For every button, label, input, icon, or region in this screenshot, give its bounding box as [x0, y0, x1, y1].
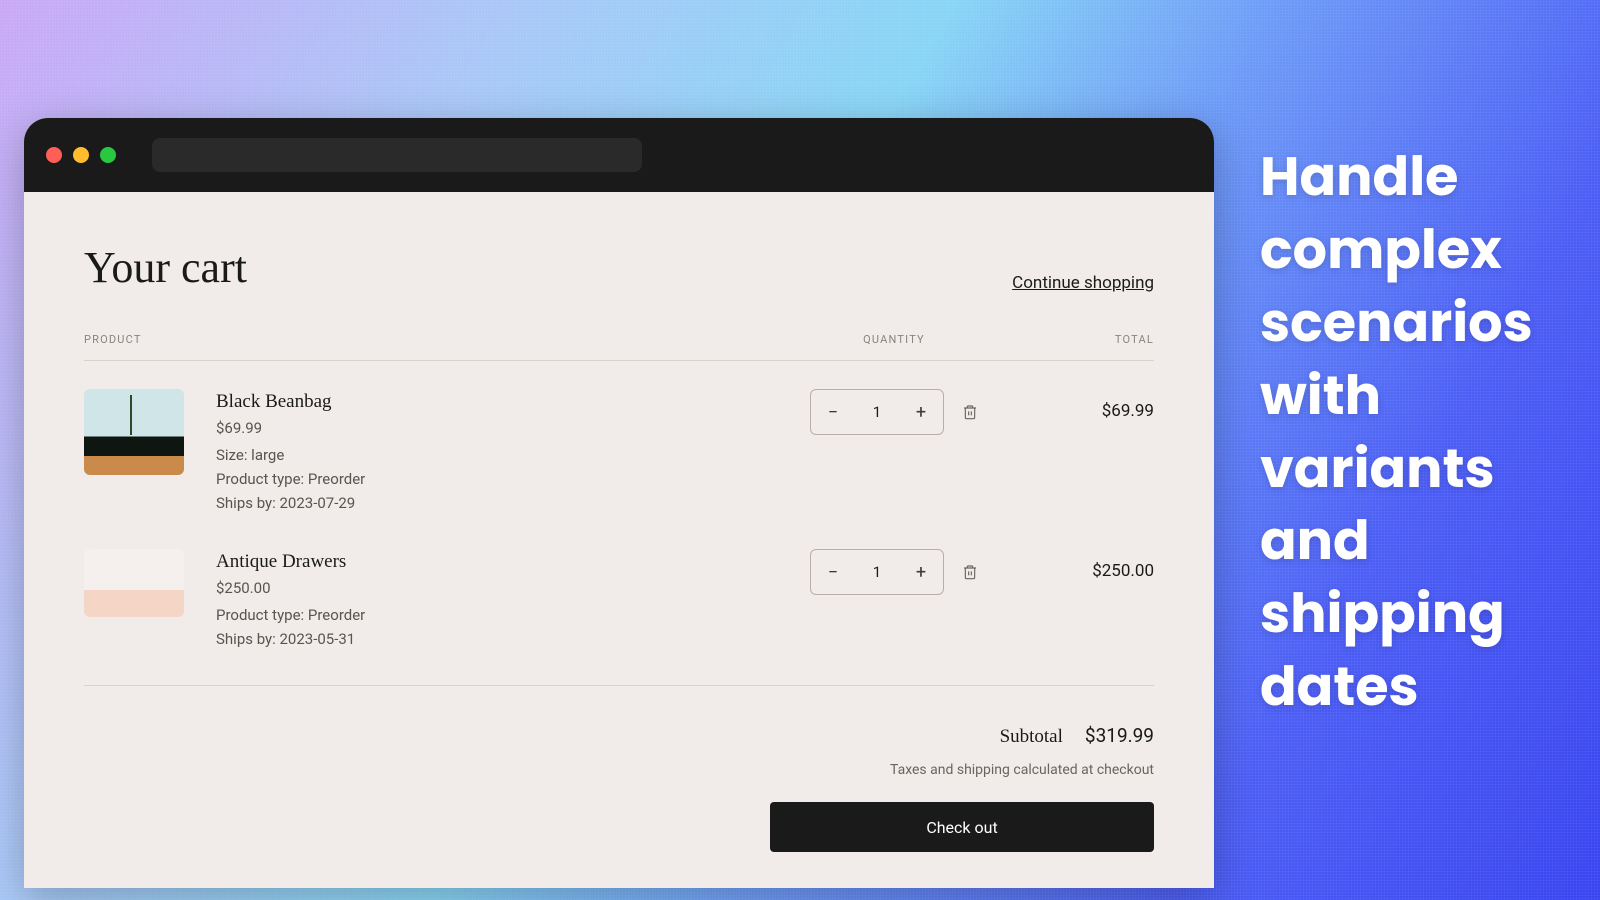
cart-row: Black Beanbag $69.99 Size: large Product…	[84, 389, 1154, 515]
col-total: TOTAL	[994, 333, 1154, 346]
window-titlebar	[24, 118, 1214, 192]
product-meta: Size: large	[216, 443, 365, 467]
product-meta: Ships by: 2023-05-31	[216, 627, 365, 651]
traffic-lights	[46, 147, 116, 163]
product-image[interactable]	[84, 549, 184, 617]
product-name[interactable]: Black Beanbag	[216, 391, 365, 413]
product-meta: Ships by: 2023-07-29	[216, 491, 365, 515]
subtotal-value: $319.99	[1085, 724, 1154, 747]
quantity-value: 1	[855, 563, 899, 581]
cart-page: Your cart Continue shopping PRODUCT QUAN…	[24, 192, 1214, 852]
product-price: $250.00	[216, 579, 365, 597]
product-meta: Product type: Preorder	[216, 467, 365, 491]
browser-window: Your cart Continue shopping PRODUCT QUAN…	[24, 118, 1214, 888]
url-bar[interactable]	[152, 138, 642, 172]
product-name[interactable]: Antique Drawers	[216, 551, 365, 573]
trash-icon[interactable]	[962, 563, 978, 581]
subtotal-label: Subtotal	[1000, 726, 1063, 748]
cart-summary: Subtotal $319.99 Taxes and shipping calc…	[84, 724, 1154, 852]
cart-table-header: PRODUCT QUANTITY TOTAL	[84, 333, 1154, 361]
close-window-icon[interactable]	[46, 147, 62, 163]
quantity-stepper: − 1 +	[810, 549, 944, 595]
line-total: $250.00	[994, 549, 1154, 581]
product-meta: Product type: Preorder	[216, 603, 365, 627]
product-image[interactable]	[84, 389, 184, 475]
line-total: $69.99	[994, 389, 1154, 421]
decrease-qty-button[interactable]: −	[811, 390, 855, 434]
col-quantity: QUANTITY	[794, 333, 994, 346]
continue-shopping-link[interactable]: Continue shopping	[1012, 273, 1154, 293]
minimize-window-icon[interactable]	[73, 147, 89, 163]
quantity-value: 1	[855, 403, 899, 421]
decrease-qty-button[interactable]: −	[811, 550, 855, 594]
product-price: $69.99	[216, 419, 365, 437]
divider	[84, 685, 1154, 686]
checkout-button[interactable]: Check out	[770, 802, 1154, 852]
cart-row: Antique Drawers $250.00 Product type: Pr…	[84, 549, 1154, 651]
marketing-tagline: Handle complex scenarios with variants a…	[1260, 140, 1580, 723]
maximize-window-icon[interactable]	[100, 147, 116, 163]
increase-qty-button[interactable]: +	[899, 550, 943, 594]
quantity-stepper: − 1 +	[810, 389, 944, 435]
tax-shipping-note: Taxes and shipping calculated at checkou…	[890, 762, 1154, 778]
page-title: Your cart	[84, 242, 247, 293]
col-product: PRODUCT	[84, 333, 794, 346]
increase-qty-button[interactable]: +	[899, 390, 943, 434]
trash-icon[interactable]	[962, 403, 978, 421]
